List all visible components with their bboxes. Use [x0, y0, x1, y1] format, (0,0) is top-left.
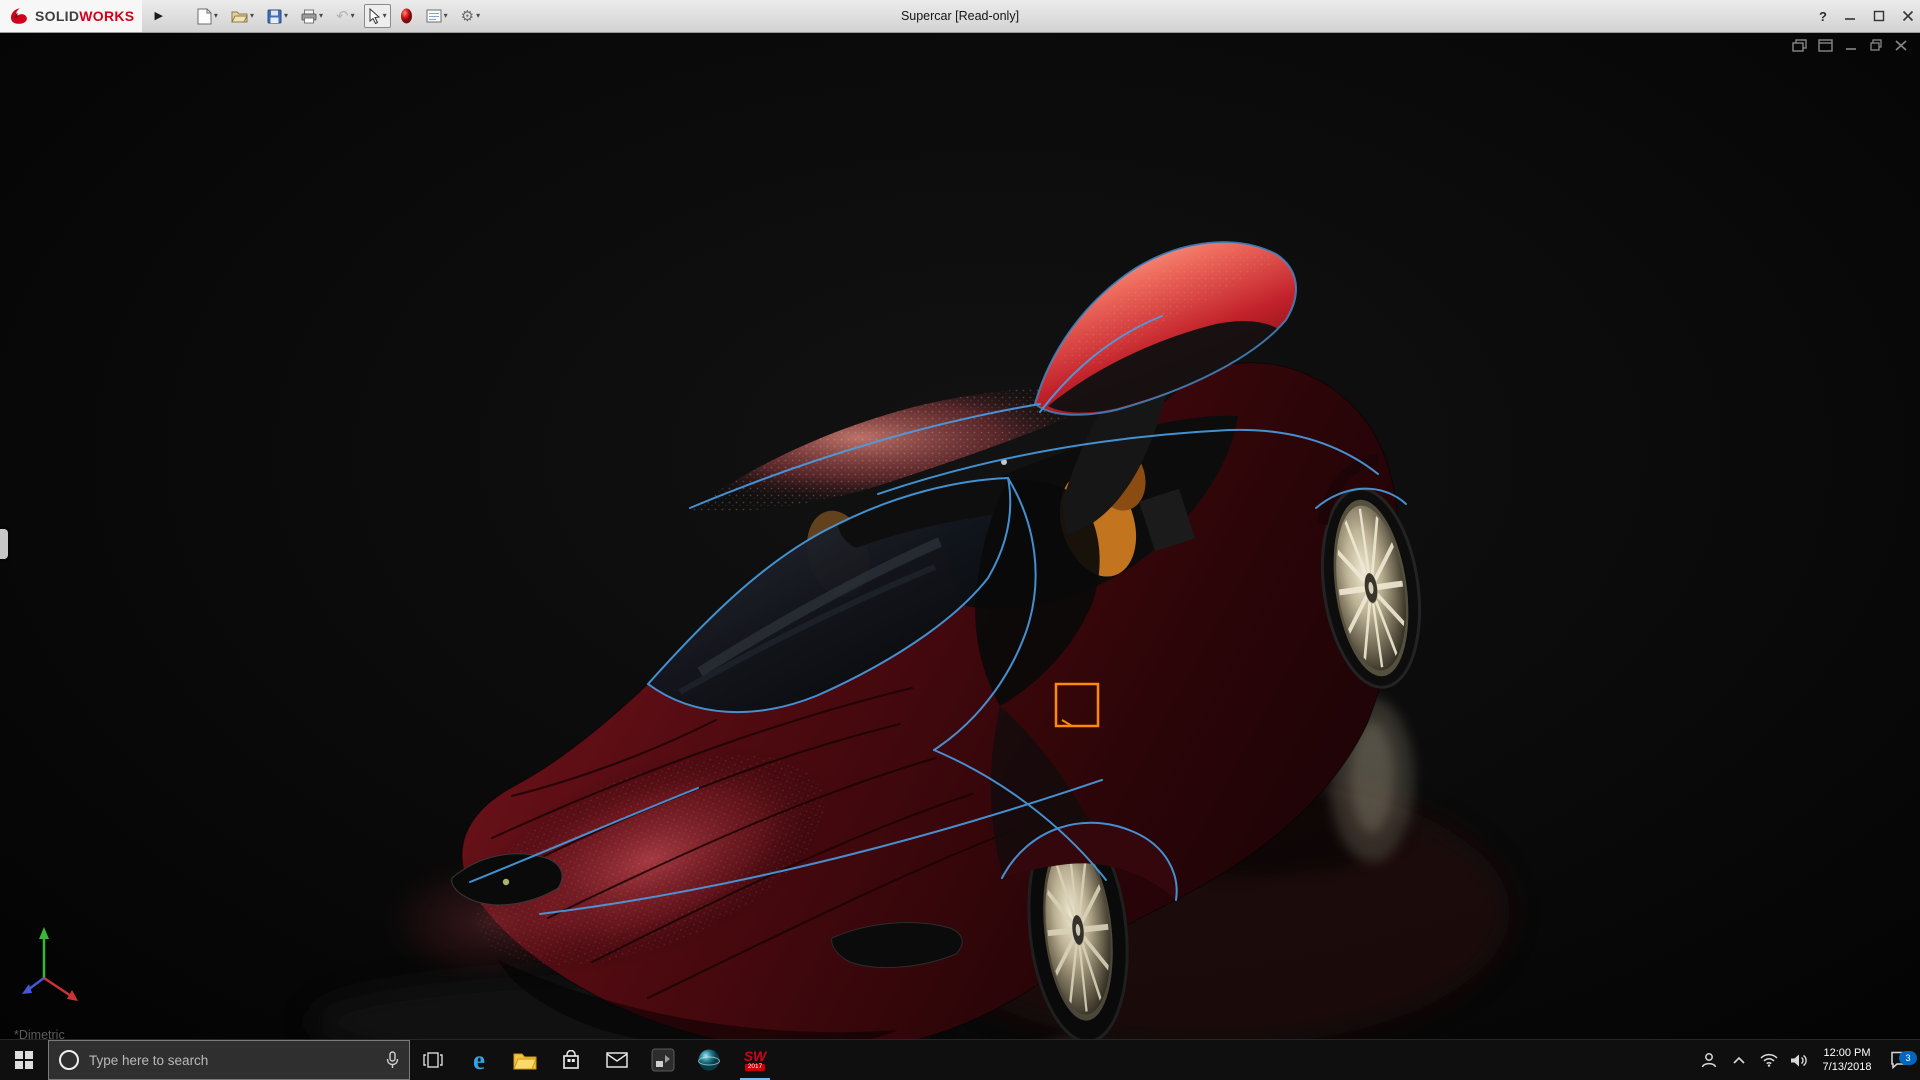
search-input[interactable] — [87, 1052, 378, 1069]
solidworks-logo: SOLIDWORKS — [0, 0, 142, 32]
task-view-icon — [423, 1052, 443, 1068]
solidworks-app-button[interactable]: SW 2017 — [732, 1040, 778, 1080]
undo-icon: ↶ — [336, 9, 349, 24]
undo-button[interactable]: ↶ ▾ — [332, 5, 359, 28]
close-button[interactable] — [1902, 10, 1914, 22]
cortana-icon — [59, 1050, 79, 1070]
car-3d-model — [0, 32, 1920, 1040]
taskbar-search[interactable] — [48, 1040, 410, 1080]
system-tray: 12:00 PM 7/13/2018 3 — [1694, 1040, 1920, 1080]
document-window-controls — [1792, 39, 1908, 52]
open-document-button[interactable]: ▾ — [227, 5, 258, 27]
new-document-icon — [197, 8, 212, 25]
dropdown-caret-icon[interactable]: ▾ — [250, 12, 254, 20]
dropdown-caret-icon[interactable]: ▾ — [476, 12, 480, 20]
task-view-button[interactable] — [410, 1040, 456, 1080]
store-button[interactable] — [548, 1040, 594, 1080]
appearances-button[interactable] — [396, 4, 417, 28]
start-button[interactable] — [0, 1040, 48, 1080]
options-button[interactable]: ⚙ ▾ — [457, 5, 484, 28]
brand-text: SOLIDWORKS — [35, 9, 134, 23]
drawing-sheet-button[interactable]: ▾ — [422, 5, 452, 27]
orientation-triad[interactable] — [22, 927, 78, 1001]
edge-icon: e — [473, 1047, 485, 1074]
taskbar-clock[interactable]: 12:00 PM 7/13/2018 — [1814, 1046, 1880, 1074]
gear-icon: ⚙ — [461, 9, 474, 24]
save-button[interactable]: ▾ — [263, 5, 292, 28]
windows-logo-icon — [15, 1051, 33, 1069]
solidworks-2017-icon: SW 2017 — [744, 1049, 767, 1071]
doc-restore-button[interactable] — [1869, 39, 1883, 52]
select-cursor-icon — [368, 8, 381, 24]
wifi-icon — [1760, 1053, 1778, 1067]
edrawings-button[interactable] — [686, 1040, 732, 1080]
viewport-3d[interactable]: *Dimetric — [0, 32, 1920, 1040]
action-center-button[interactable]: 3 — [1880, 1051, 1920, 1069]
expand-menu-button[interactable]: ▶ — [148, 10, 168, 23]
feature-tree-flyout-tab[interactable] — [0, 529, 8, 559]
clock-time: 12:00 PM — [1823, 1046, 1870, 1060]
ds-logo-icon — [8, 5, 30, 27]
dark-tile-icon — [651, 1048, 675, 1072]
save-icon — [267, 9, 282, 24]
volume-button[interactable] — [1784, 1053, 1814, 1068]
print-button[interactable]: ▾ — [297, 5, 327, 28]
clock-date: 7/13/2018 — [1823, 1060, 1872, 1074]
edge-browser-button[interactable]: e — [456, 1040, 502, 1080]
dropdown-caret-icon[interactable]: ▾ — [383, 12, 387, 20]
speaker-icon — [1790, 1053, 1808, 1068]
dropdown-caret-icon[interactable]: ▾ — [444, 12, 448, 20]
microphone-icon[interactable] — [386, 1051, 399, 1069]
print-icon — [301, 9, 317, 24]
new-document-button[interactable]: ▾ — [193, 4, 222, 29]
doc-close-button[interactable] — [1894, 39, 1908, 52]
notification-badge: 3 — [1899, 1051, 1917, 1065]
select-tool-button[interactable]: ▾ — [364, 4, 391, 28]
file-explorer-button[interactable] — [502, 1040, 548, 1080]
dropdown-caret-icon[interactable]: ▾ — [214, 12, 218, 20]
dropdown-caret-icon[interactable]: ▾ — [319, 12, 323, 20]
dropdown-caret-icon[interactable]: ▾ — [284, 12, 288, 20]
chevron-up-icon — [1732, 1055, 1746, 1065]
window-tile-icon[interactable] — [1792, 39, 1807, 52]
appearance-ball-icon — [400, 8, 413, 24]
dropdown-caret-icon[interactable]: ▾ — [351, 12, 355, 20]
help-button[interactable]: ? — [1819, 9, 1827, 24]
network-button[interactable] — [1754, 1053, 1784, 1067]
show-hidden-icons-button[interactable] — [1724, 1055, 1754, 1065]
folder-icon — [513, 1051, 537, 1070]
people-icon — [1700, 1051, 1718, 1069]
sheet-icon — [426, 9, 442, 23]
mail-envelope-icon — [606, 1052, 628, 1068]
sphere-icon — [697, 1048, 721, 1072]
people-button[interactable] — [1694, 1051, 1724, 1069]
open-folder-icon — [231, 9, 248, 23]
main-toolbar: ▾ ▾ ▾ ▾ — [193, 4, 484, 29]
mail-button[interactable] — [594, 1040, 640, 1080]
media-app-button[interactable] — [640, 1040, 686, 1080]
doc-minimize-button[interactable] — [1844, 39, 1858, 52]
store-bag-icon — [561, 1050, 581, 1070]
headlight-glow — [503, 879, 509, 885]
taskbar: e — [0, 1039, 1920, 1080]
window-cascade-icon[interactable] — [1818, 39, 1833, 52]
titlebar[interactable]: SOLIDWORKS ▶ ▾ ▾ ▾ — [0, 0, 1920, 33]
screen: SOLIDWORKS ▶ ▾ ▾ ▾ — [0, 0, 1920, 1080]
minimize-button[interactable] — [1844, 10, 1856, 22]
maximize-button[interactable] — [1873, 10, 1885, 22]
